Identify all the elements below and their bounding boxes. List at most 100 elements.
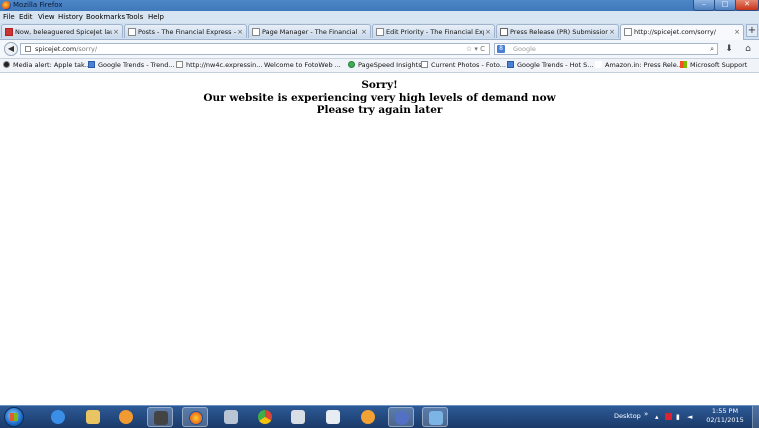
- network-icon: [224, 410, 238, 424]
- windows-logo-icon: [10, 413, 18, 421]
- taskbar-explorer[interactable]: [80, 407, 106, 427]
- search-icon[interactable]: ⌕: [710, 44, 714, 55]
- bookmark-google-trends-hot[interactable]: Google Trends - Hot S...: [507, 59, 593, 72]
- taskbar-chrome[interactable]: [252, 407, 278, 427]
- close-tab-icon[interactable]: ×: [113, 25, 119, 38]
- menu-bar: File Edit View History Bookmarks Tools H…: [0, 11, 759, 23]
- tab-label: Page Manager - The Financial Ex...: [262, 28, 360, 36]
- pagespeed-icon: [348, 61, 355, 68]
- volume-icon[interactable]: ◄: [687, 412, 692, 422]
- taskbar-paint[interactable]: [285, 407, 311, 427]
- taskbar: Desktop » ▴ ▮ ◄ 1:55 PM 02/11/2015: [0, 405, 759, 428]
- close-tab-icon[interactable]: ×: [485, 25, 491, 38]
- chrome-icon: [258, 410, 272, 424]
- url-domain: spicejet.com: [35, 45, 77, 53]
- tray-expand-icon[interactable]: ▴: [655, 412, 659, 422]
- tab-posts[interactable]: Posts - The Financial Express — ... ×: [124, 24, 247, 38]
- bookmark-google-trends[interactable]: Google Trends - Trend...: [88, 59, 175, 72]
- close-tab-icon[interactable]: ×: [237, 25, 243, 38]
- internet-explorer-icon: [51, 410, 65, 424]
- clock-date: 02/11/2015: [706, 416, 744, 424]
- taskbar-media-player[interactable]: [113, 407, 139, 427]
- taskbar-flash[interactable]: [355, 407, 381, 427]
- bookmark-label: Current Photos - Foto...: [431, 61, 506, 69]
- close-tab-icon[interactable]: ×: [361, 25, 367, 38]
- menu-bookmarks[interactable]: Bookmarks: [86, 11, 125, 23]
- menu-view[interactable]: View: [38, 11, 55, 23]
- site-identity-icon[interactable]: [25, 46, 31, 52]
- bookmark-label: PageSpeed Insights: [358, 61, 422, 69]
- taskbar-clock[interactable]: 1:55 PM 02/11/2015: [700, 407, 750, 425]
- close-tab-icon[interactable]: ×: [734, 25, 740, 39]
- home-icon[interactable]: ⌂: [741, 42, 755, 56]
- retry-message: Please try again later: [316, 104, 443, 116]
- taskbar-remote[interactable]: [388, 407, 414, 427]
- bookmark-pagespeed[interactable]: PageSpeed Insights: [348, 59, 422, 72]
- bookmarks-bar: Media alert: Apple tak... Google Trends …: [0, 59, 759, 73]
- back-button[interactable]: ◀: [4, 42, 18, 56]
- close-window-button[interactable]: ✕: [735, 0, 759, 11]
- bookmark-current-photos[interactable]: Current Photos - Foto...: [421, 59, 506, 72]
- camera-icon: [154, 411, 168, 425]
- microsoft-icon: [680, 61, 687, 68]
- remote-icon: [395, 411, 409, 425]
- downloads-icon[interactable]: ⬇: [722, 42, 736, 56]
- red-square-icon: [5, 28, 13, 36]
- search-bar[interactable]: 8 Google ⌕: [494, 43, 718, 55]
- start-button[interactable]: [4, 407, 24, 427]
- network-status-icon[interactable]: ▮: [676, 412, 680, 422]
- google-icon: [88, 61, 95, 68]
- page-content: Sorry! Our website is experiencing very …: [0, 73, 759, 405]
- tab-label: Now, beleaguered SpiceJet laun...: [15, 28, 112, 36]
- bookmark-nw4c[interactable]: http://nw4c.expressin...: [176, 59, 262, 72]
- tab-page-manager[interactable]: Page Manager - The Financial Ex... ×: [248, 24, 371, 38]
- bookmark-label: Media alert: Apple tak...: [13, 61, 91, 69]
- window-title: Mozilla Firefox: [13, 1, 63, 9]
- taskbar-firefox[interactable]: [182, 407, 208, 427]
- media-player-icon: [119, 410, 133, 424]
- maximize-button[interactable]: □: [714, 0, 736, 11]
- taskbar-ie[interactable]: [45, 407, 71, 427]
- menu-help[interactable]: Help: [148, 11, 164, 23]
- clock-time: 1:55 PM: [711, 407, 739, 415]
- url-text: spicejet.com/sorry/: [35, 44, 97, 55]
- taskbar-camera[interactable]: [147, 407, 173, 427]
- toolbar-chevron-icon[interactable]: »: [644, 409, 648, 419]
- page-icon: [421, 61, 428, 68]
- close-tab-icon[interactable]: ×: [609, 25, 615, 38]
- bookmark-media-alert[interactable]: Media alert: Apple tak...: [3, 59, 91, 72]
- taskbar-network[interactable]: [218, 407, 244, 427]
- taskbar-document[interactable]: [422, 407, 448, 427]
- menu-file[interactable]: File: [3, 11, 15, 23]
- tab-press-release[interactable]: Press Release (PR) Submission S... ×: [496, 24, 619, 38]
- menu-history[interactable]: History: [58, 11, 83, 23]
- tab-edit-priority[interactable]: Edit Priority - The Financial Expr... ×: [372, 24, 495, 38]
- bookmark-label: Google Trends - Trend...: [98, 61, 175, 69]
- desktop-toolbar-label[interactable]: Desktop: [614, 406, 641, 426]
- tab-spicejet-sorry[interactable]: http://spicejet.com/sorry/ ×: [620, 24, 744, 40]
- minimize-button[interactable]: –: [693, 0, 715, 11]
- flag-icon[interactable]: [665, 413, 672, 420]
- menu-tools[interactable]: Tools: [126, 11, 143, 23]
- tab-label: Posts - The Financial Express — ...: [138, 28, 236, 36]
- url-bar[interactable]: spicejet.com/sorry/ ☆ ▾ C: [20, 43, 490, 55]
- demand-message: Our website is experiencing very high le…: [203, 92, 556, 104]
- document-icon: [429, 411, 443, 425]
- page-icon: [624, 28, 632, 36]
- menu-edit[interactable]: Edit: [19, 11, 33, 23]
- show-desktop-button[interactable]: [752, 406, 759, 428]
- bookmark-amazon[interactable]: Amazon.in: Press Rele...: [595, 59, 683, 72]
- tab-spicejet-news[interactable]: Now, beleaguered SpiceJet laun... ×: [1, 24, 123, 38]
- window-titlebar: Mozilla Firefox – □ ✕: [0, 0, 759, 11]
- tab-label: Press Release (PR) Submission S...: [510, 28, 608, 36]
- url-controls[interactable]: ☆ ▾ C: [466, 44, 485, 55]
- page-icon: [376, 28, 384, 36]
- bookmark-fotoweb[interactable]: Welcome to FotoWeb ...: [264, 59, 341, 72]
- bookmark-label: http://nw4c.expressin...: [186, 61, 263, 69]
- google-engine-icon[interactable]: 8: [497, 45, 505, 53]
- amazon-icon: [595, 61, 602, 68]
- taskbar-notepad[interactable]: [320, 407, 346, 427]
- new-tab-button[interactable]: +: [746, 24, 758, 37]
- bookmark-label: Welcome to FotoWeb ...: [264, 61, 341, 69]
- bookmark-microsoft-support[interactable]: Microsoft Support: [680, 59, 747, 72]
